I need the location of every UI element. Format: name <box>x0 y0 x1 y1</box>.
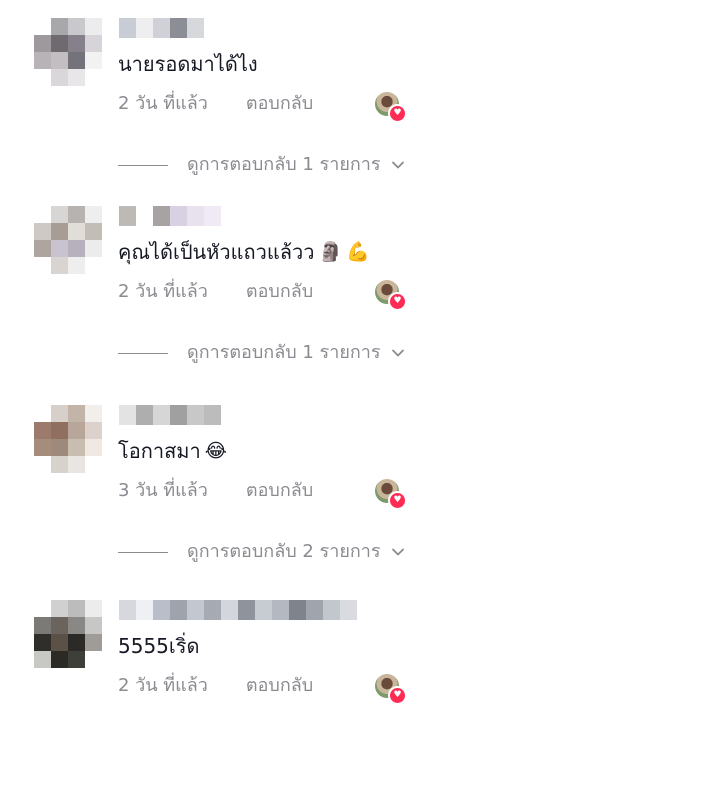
replies-divider <box>118 352 168 354</box>
comment-text: โอกาสมา 😂 <box>118 437 227 465</box>
commenter-username[interactable] <box>119 18 204 38</box>
heart-icon: ♥ <box>388 491 407 510</box>
commenter-username[interactable] <box>119 600 357 620</box>
commenter-avatar[interactable] <box>34 600 102 668</box>
reply-button[interactable]: ตอบกลับ <box>246 279 313 305</box>
replies-divider <box>118 551 168 553</box>
comment-meta: 2 วัน ที่แล้ว ตอบกลับ <box>118 673 313 699</box>
creator-liked-badge: ♥ <box>375 278 407 311</box>
view-replies-button[interactable]: ดูการตอบกลับ 2 รายการ <box>118 539 405 565</box>
comment-body: โอกาสมา <box>118 439 201 463</box>
comment-body: คุณได้เป็นหัวแถวแล้วว <box>118 240 315 264</box>
reply-button[interactable]: ตอบกลับ <box>246 91 313 117</box>
comment-timestamp: 2 วัน ที่แล้ว <box>118 281 208 302</box>
comment-item: นายรอดมาได้ไง 2 วัน ที่แล้ว ตอบกลับ ♥ ดูการต… <box>0 18 712 208</box>
commenter-username[interactable] <box>119 405 221 425</box>
replies-divider <box>118 164 168 166</box>
chevron-down-icon <box>391 548 404 556</box>
view-replies-label: ดูการตอบกลับ 1 รายการ <box>187 154 381 175</box>
creator-liked-badge: ♥ <box>375 477 407 510</box>
comment-body: 5555เริ่ด <box>118 634 200 658</box>
reply-button[interactable]: ตอบกลับ <box>246 478 313 504</box>
comment-timestamp: 2 วัน ที่แล้ว <box>118 675 208 696</box>
comment-meta: 2 วัน ที่แล้ว ตอบกลับ <box>118 91 313 117</box>
emoji: 🗿 <box>318 241 343 263</box>
comment-text: 5555เริ่ด <box>118 632 199 660</box>
view-replies-button[interactable]: ดูการตอบกลับ 1 รายการ <box>118 152 405 178</box>
comment-item: 5555เริ่ด 2 วัน ที่แล้ว ตอบกลับ ♥ <box>0 600 712 790</box>
heart-icon: ♥ <box>388 686 407 705</box>
comment-text: คุณได้เป็นหัวแถวแล้วว 🗿 💪 <box>118 238 370 266</box>
view-replies-button[interactable]: ดูการตอบกลับ 1 รายการ <box>118 340 405 366</box>
comment-meta: 3 วัน ที่แล้ว ตอบกลับ <box>118 478 313 504</box>
commenter-username[interactable] <box>119 206 221 226</box>
commenter-avatar[interactable] <box>34 405 102 473</box>
chevron-down-icon <box>391 349 404 357</box>
emoji: 😂 <box>204 440 227 462</box>
heart-icon: ♥ <box>388 104 407 123</box>
comment-item: คุณได้เป็นหัวแถวแล้วว 🗿 💪 2 วัน ที่แล้ว ตอบก… <box>0 206 712 396</box>
comment-item: โอกาสมา 😂 3 วัน ที่แล้ว ตอบกลับ ♥ ดูการตอบกลั… <box>0 405 712 595</box>
comment-timestamp: 2 วัน ที่แล้ว <box>118 93 208 114</box>
comment-meta: 2 วัน ที่แล้ว ตอบกลับ <box>118 279 313 305</box>
heart-icon: ♥ <box>388 292 407 311</box>
commenter-avatar[interactable] <box>34 206 102 274</box>
view-replies-label: ดูการตอบกลับ 1 รายการ <box>187 342 381 363</box>
creator-liked-badge: ♥ <box>375 90 407 123</box>
comment-text: นายรอดมาได้ไง <box>118 50 258 78</box>
comment-timestamp: 3 วัน ที่แล้ว <box>118 480 208 501</box>
commenter-avatar[interactable] <box>34 18 102 86</box>
comment-body: นายรอดมาได้ไง <box>118 52 258 76</box>
emoji: 💪 <box>346 241 370 263</box>
reply-button[interactable]: ตอบกลับ <box>246 673 313 699</box>
chevron-down-icon <box>391 161 404 169</box>
creator-liked-badge: ♥ <box>375 672 407 705</box>
view-replies-label: ดูการตอบกลับ 2 รายการ <box>187 541 381 562</box>
